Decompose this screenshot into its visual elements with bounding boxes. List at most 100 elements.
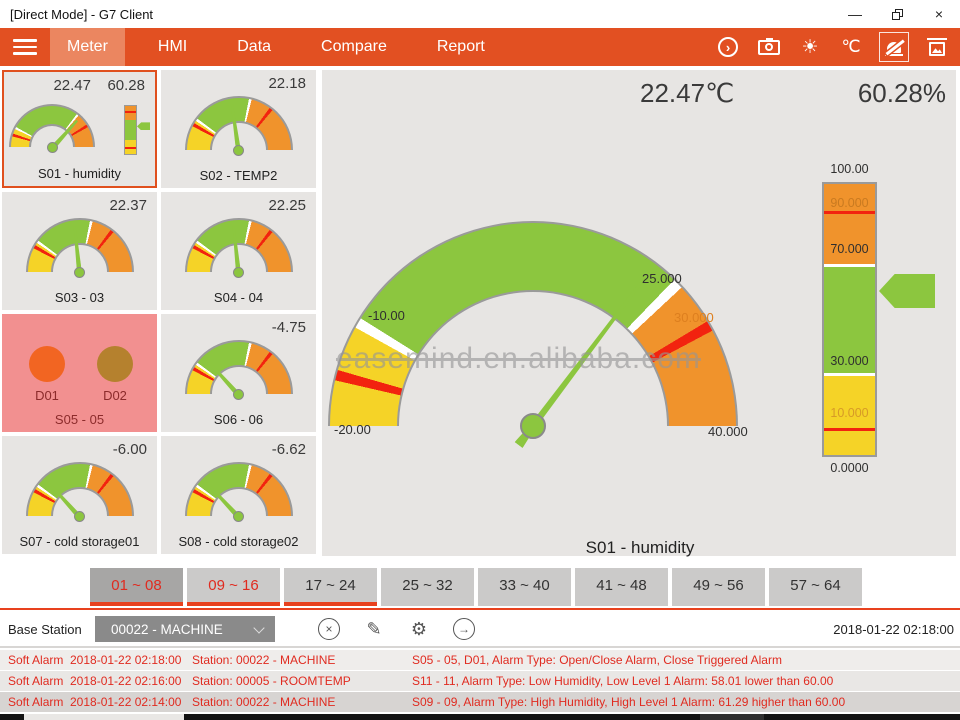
minimize-button[interactable]: — <box>834 0 876 28</box>
tile-value: 22.18 <box>268 75 306 92</box>
tile-s07-cold-storage01[interactable]: -6.00 S07 - cold storage01 <box>2 436 157 554</box>
menu-button[interactable] <box>0 28 50 66</box>
bar-alarm-low-line <box>824 428 875 431</box>
humidity-bar-gauge: 90.000 70.000 30.000 10.000 <box>822 182 877 457</box>
bar-30-label: 30.000 <box>824 354 875 368</box>
alarm-row[interactable]: Soft Alarm 2018-01-22 02:16:00 Station: … <box>0 671 960 691</box>
brightness-button[interactable]: ☀ <box>797 34 823 60</box>
range-tab-25-32[interactable]: 25 ~ 32 <box>381 568 474 606</box>
tile-value-2: 60.28 <box>107 77 145 94</box>
range-tab-41-48[interactable]: 41 ~ 48 <box>575 568 668 606</box>
alarm-row[interactable]: Soft Alarm 2018-01-22 02:14:00 Station: … <box>0 692 960 712</box>
alarm-type: Soft Alarm <box>8 674 70 688</box>
gauge-caption: S01 - humidity <box>480 538 800 558</box>
minimize-icon: — <box>848 6 862 22</box>
tile-s05-alarm[interactable]: D01 D02 S05 - 05 <box>2 314 157 432</box>
title-bar: [Direct Mode] - G7 Client — × <box>0 0 960 28</box>
cancel-button[interactable]: × <box>317 617 341 641</box>
alarm-station: Station: 00005 - ROOMTEMP <box>192 674 412 688</box>
range-tab-33-40[interactable]: 33 ~ 40 <box>478 568 571 606</box>
camera-icon <box>758 40 780 55</box>
temperature-readout: 22.47℃ <box>640 78 734 109</box>
range-tab-49-56[interactable]: 49 ~ 56 <box>672 568 765 606</box>
snapshot-button[interactable] <box>756 34 782 60</box>
close-button[interactable]: × <box>918 0 960 28</box>
range-tab-09-16[interactable]: 09 ~ 16 <box>187 568 280 606</box>
tab-compare[interactable]: Compare <box>304 28 404 66</box>
mini-bar-pointer <box>137 122 150 130</box>
tab-data[interactable]: Data <box>220 28 288 66</box>
tile-label: S08 - cold storage02 <box>161 534 316 549</box>
meter-panel: 22.47℃ 60.28% -20.00 -10.00 25.000 30.00… <box>322 70 956 556</box>
tile-value: 22.37 <box>109 197 147 214</box>
alarm-type: Soft Alarm <box>8 653 70 667</box>
digital-input-d01-indicator <box>29 346 65 382</box>
gauge-max-label: 40.000 <box>708 424 748 439</box>
app-window: [Direct Mode] - G7 Client — × Meter HMI … <box>0 0 960 720</box>
bar-70-label: 70.000 <box>824 242 875 256</box>
mini-bar-gauge <box>124 105 137 155</box>
edit-button[interactable]: ✎ <box>362 617 386 641</box>
tile-label: S04 - 04 <box>161 290 316 305</box>
tile-s04[interactable]: 22.25 S04 - 04 <box>161 192 316 310</box>
gauge-min-label: -20.00 <box>334 422 371 437</box>
tile-value: 22.25 <box>268 197 306 214</box>
gauge-alarm-label: 30.000 <box>674 310 714 325</box>
tab-meter[interactable]: Meter <box>50 28 125 66</box>
separator-line <box>0 608 960 610</box>
sync-icon: › <box>718 37 738 57</box>
mini-gauge <box>26 462 134 516</box>
station-bar: Base Station 00022 - MACHINE × ✎ ⚙ → 201… <box>0 612 960 646</box>
trash-image-icon <box>928 38 946 56</box>
mini-gauge <box>9 104 95 147</box>
nav-icon-group: › ☀ ℃ <box>715 28 960 66</box>
tile-s01-humidity[interactable]: 22.47 60.28 S01 - humidity <box>2 70 157 188</box>
range-tab-01-08[interactable]: 01 ~ 08 <box>90 568 183 606</box>
alarm-time: 2018-01-22 02:14:00 <box>70 695 192 709</box>
tile-label: S01 - humidity <box>4 166 155 181</box>
restore-button[interactable] <box>876 0 918 28</box>
mini-gauge <box>185 462 293 516</box>
tile-s08-cold-storage02[interactable]: -6.62 S08 - cold storage02 <box>161 436 316 554</box>
tile-value: -6.00 <box>113 441 147 458</box>
alarm-list: Soft Alarm 2018-01-22 02:18:00 Station: … <box>0 650 960 713</box>
sync-button[interactable]: › <box>715 34 741 60</box>
mini-gauge <box>26 218 134 272</box>
tile-s02-temp2[interactable]: 22.18 S02 - TEMP2 <box>161 70 316 188</box>
range-tab-17-24[interactable]: 17 ~ 24 <box>284 568 377 606</box>
digital-input-d02-indicator <box>97 346 133 382</box>
tile-s03[interactable]: 22.37 S03 - 03 <box>2 192 157 310</box>
unit-celsius-button[interactable]: ℃ <box>838 34 864 60</box>
alarm-message: S09 - 09, Alarm Type: High Humidity, Hig… <box>412 695 845 709</box>
bottom-edge-strip-light <box>24 714 184 720</box>
station-select[interactable]: 00022 - MACHINE <box>95 616 275 642</box>
tile-value: -4.75 <box>272 319 306 336</box>
celsius-icon: ℃ <box>841 37 860 57</box>
alarm-row[interactable]: Soft Alarm 2018-01-22 02:18:00 Station: … <box>0 650 960 670</box>
content-area: 22.47 60.28 S01 - humidity 22.18 <box>0 66 960 560</box>
mini-gauge <box>185 96 293 150</box>
range-tab-57-64[interactable]: 57 ~ 64 <box>769 568 862 606</box>
alarm-time: 2018-01-22 02:18:00 <box>70 653 192 667</box>
tab-report[interactable]: Report <box>420 28 502 66</box>
alarm-message: S11 - 11, Alarm Type: Low Humidity, Low … <box>412 674 833 688</box>
alarm-mute-button[interactable] <box>879 32 909 62</box>
window-title: [Direct Mode] - G7 Client <box>10 7 153 22</box>
bar-pointer <box>879 274 935 308</box>
tab-hmi[interactable]: HMI <box>141 28 204 66</box>
bar-10-label: 10.000 <box>824 406 875 420</box>
tile-s06[interactable]: -4.75 S06 - 06 <box>161 314 316 432</box>
d02-label: D02 <box>97 388 133 403</box>
tile-label: S06 - 06 <box>161 412 316 427</box>
go-button[interactable]: → <box>452 617 476 641</box>
settings-button[interactable]: ⚙ <box>407 617 431 641</box>
gear-icon: ⚙ <box>411 619 427 640</box>
gauge-hub <box>520 413 546 439</box>
clear-snapshot-button[interactable] <box>924 34 950 60</box>
close-icon: × <box>935 6 943 22</box>
mini-gauge <box>185 340 293 394</box>
window-controls: — × <box>834 0 960 28</box>
gauge-low-label: -10.00 <box>368 308 405 323</box>
bar-max-label: 100.00 <box>822 162 877 176</box>
bar-min-label: 0.0000 <box>822 461 877 475</box>
